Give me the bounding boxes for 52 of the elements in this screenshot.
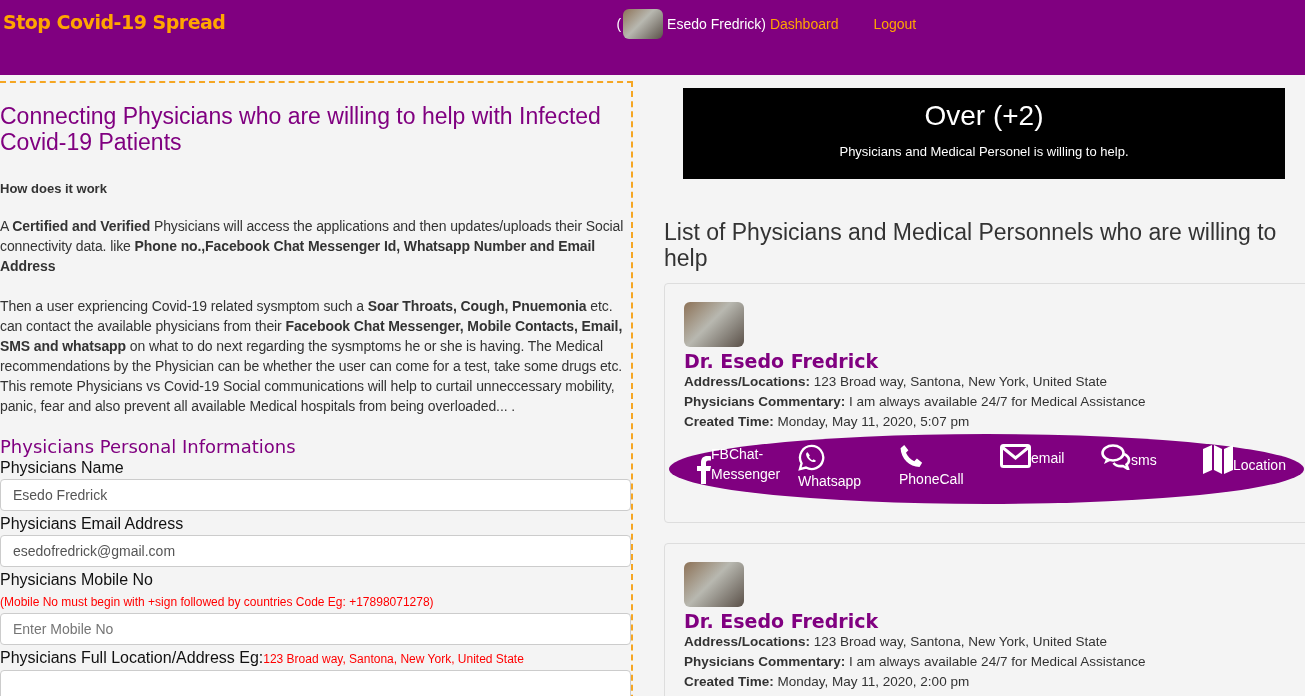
detail-text: Address/Locations: 123 Broad way, Santona, New York, United State <box>684 373 1108 391</box>
chat-bubbles-icon <box>1101 444 1131 470</box>
intro-paragraph: Then a user expriencing Covid-19 related sysmptom such a Soar Throats, Cough, Pnuemonia etc. can contact the available physicians from their Facebook Chat Messenger, Mobile Contacts, Email, SMS and whatsapp on what to do next regarding the sysmptoms he or she is having. The Medical recommendations by the Physician can be whether the user can come for a test, take some drugs etc. This remote Physicians vs Covid-19 Social communications will help to curtail unneccessary mobility, panic, fear and also prevent all available Medical hospitals from being overloaded... . <box>0 297 624 416</box>
contact-link[interactable]: email <box>1000 444 1085 468</box>
contact-label: Location <box>1233 456 1286 475</box>
contact-label: Whatsapp <box>798 472 862 491</box>
example-text: 123 Broad way, Santona, New York, United State <box>263 652 524 666</box>
user-name: Esedo Fredrick) <box>667 16 766 32</box>
intro-heading: Connecting Physicians who are willing to help with Infected Covid-19 Patients <box>0 103 602 155</box>
input-field[interactable] <box>0 670 631 696</box>
avatar-photo-placeholder <box>684 302 744 347</box>
nav-link[interactable]: Dashboard <box>769 16 839 32</box>
phone-icon <box>899 444 924 469</box>
detail-text: Address/Locations: 123 Broad way, Santona, New York, United State <box>684 633 1108 651</box>
envelope-icon <box>1000 444 1031 468</box>
paren-text: ( <box>616 16 622 32</box>
field-label: Physicians Name <box>0 459 124 476</box>
section-subtitle: How does it work <box>0 181 108 196</box>
map-icon <box>1202 444 1233 475</box>
site-title: Stop Covid-19 Spread <box>3 11 226 33</box>
field-hint: (Mobile No must begin with +sign followed by countries Code Eg: +17898071278) <box>0 594 435 611</box>
list-heading: List of Physicians and Medical Personnels who are willing to help <box>664 219 1278 271</box>
field-label: Physicians Email Address <box>0 515 184 532</box>
detail-text: Created Time: Monday, May 11, 2020, 5:07 pm <box>684 413 971 431</box>
detail-text: Created Time: Monday, May 11, 2020, 2:00 pm <box>684 673 971 691</box>
intro-paragraph: A Certified and Verified Physicians will access the applications and then updates/uploads their Social connectivity data. like Phone no.,Facebook Chat Messenger Id, Whatsapp Number and Email Address <box>0 217 625 276</box>
contact-label: FBChat-Messenger <box>711 445 782 484</box>
detail-text: Physicians Commentary: I am always available 24/7 for Medical Assistance <box>684 653 1147 671</box>
physician-name: Dr. Esedo Fredrick <box>684 610 880 632</box>
input-field[interactable]: esedofredrick@gmail.com <box>0 535 631 567</box>
avatar-photo-placeholder <box>623 9 664 39</box>
facebook-icon <box>697 456 711 484</box>
contact-link[interactable]: Whatsapp <box>798 444 883 491</box>
field-label: Physicians Full Location/Address Eg: <box>0 649 264 666</box>
contact-link[interactable]: PhoneCall <box>899 444 984 489</box>
contact-link[interactable]: sms <box>1101 444 1186 470</box>
avatar-photo-placeholder <box>684 562 744 607</box>
whatsapp-icon <box>798 444 825 471</box>
count-text: Over (+2) <box>923 100 1045 132</box>
physician-name: Dr. Esedo Fredrick <box>684 350 880 372</box>
form-heading: Physicians Personal Informations <box>0 436 297 457</box>
input-field[interactable]: Enter Mobile No <box>0 613 631 645</box>
contact-label: PhoneCall <box>899 470 964 489</box>
contact-label: email <box>1031 449 1065 468</box>
contact-link[interactable]: FBChat-Messenger <box>697 444 782 484</box>
field-label: Physicians Mobile No <box>0 571 153 588</box>
detail-text: Physicians Commentary: I am always available 24/7 for Medical Assistance <box>684 393 1147 411</box>
nav-link[interactable]: Logout <box>873 16 917 32</box>
input-field[interactable]: Esedo Fredrick <box>0 479 631 511</box>
contact-link[interactable]: Location <box>1202 444 1287 475</box>
contact-label: sms <box>1131 451 1157 470</box>
banner-text: Physicians and Medical Personel is willing to help. <box>838 144 1130 159</box>
